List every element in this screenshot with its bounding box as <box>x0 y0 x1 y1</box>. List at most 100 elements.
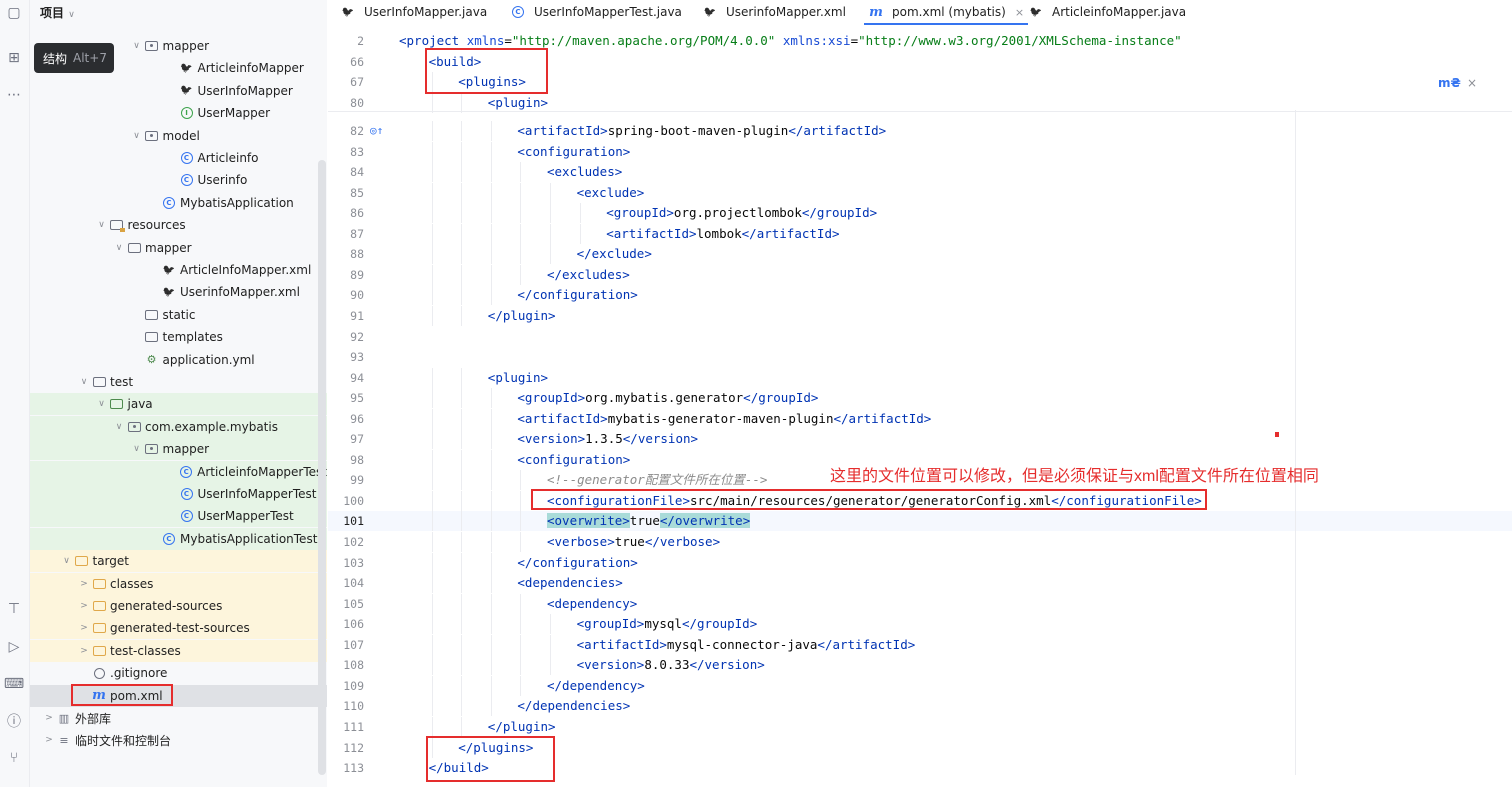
line-number[interactable]: 111 <box>328 717 364 737</box>
code-line[interactable]: 80 <plugin> <box>328 92 1512 113</box>
line-number[interactable]: 67 <box>328 72 364 92</box>
line-number[interactable]: 94 <box>328 368 364 388</box>
tree-item[interactable]: ∨ target <box>30 550 327 573</box>
code-line[interactable]: 102 <verbose>true</verbose> <box>328 532 1512 552</box>
line-number[interactable]: 105 <box>328 594 364 614</box>
editor-tab[interactable]: 🐦 UserinfoMapper.xml <box>702 0 846 24</box>
code-line[interactable]: 92 <box>328 327 1512 347</box>
git-icon[interactable]: ⑂ <box>3 747 25 769</box>
tree-item[interactable]: > generated-sources <box>30 595 327 617</box>
chevron-down-icon[interactable]: ∨ <box>112 243 126 253</box>
editor-tab[interactable]: 🐦 UserInfoMapper.java <box>340 0 487 24</box>
chevron-right-icon[interactable]: > <box>42 713 56 723</box>
tree-item[interactable]: ∨ mapper <box>30 237 327 259</box>
code-line[interactable]: 101 <overwrite>true</overwrite> <box>328 511 1512 532</box>
chevron-down-icon[interactable]: ∨ <box>60 556 74 566</box>
tree-item[interactable]: ∨ java <box>30 393 327 416</box>
sidebar-scrollbar[interactable] <box>318 160 326 775</box>
chevron-right-icon[interactable]: > <box>77 601 91 611</box>
tree-item[interactable]: ∨ model <box>30 125 327 147</box>
code-line[interactable]: 111 </plugin> <box>328 716 1512 737</box>
tree-item[interactable]: C ArticleinfoMapperTest <box>30 460 327 483</box>
terminal-icon[interactable]: ⌨ <box>3 673 25 695</box>
line-number[interactable]: 112 <box>328 738 364 758</box>
tree-item[interactable]: > ≡ 临时文件和控制台 <box>30 729 327 751</box>
line-number[interactable]: 104 <box>328 573 364 593</box>
line-number[interactable]: 91 <box>328 306 364 326</box>
chevron-down-icon[interactable]: ∨ <box>130 41 144 51</box>
reader-mode-icon[interactable]: m͏₴ <box>1438 76 1461 90</box>
code-line[interactable]: 83 <configuration> <box>328 141 1512 162</box>
tree-item[interactable]: .gitignore <box>30 662 327 684</box>
code-line[interactable]: 85 <exclude> <box>328 182 1512 203</box>
code-line[interactable]: 107 <artifactId>mysql-connector-java</art… <box>328 634 1512 655</box>
line-number[interactable]: 89 <box>328 265 364 285</box>
code-line[interactable]: 95 <groupId>org.mybatis.generator</groupI… <box>328 388 1512 409</box>
code-line[interactable]: 87 <artifactId>lombok</artifactId> <box>328 223 1512 244</box>
chevron-down-icon[interactable]: ∨ <box>130 444 144 454</box>
line-number[interactable]: 83 <box>328 142 364 162</box>
tree-item[interactable]: C MybatisApplication <box>30 192 327 214</box>
line-number[interactable]: 99 <box>328 470 364 490</box>
problems-icon[interactable]: ⓘ <box>3 710 25 732</box>
chevron-down-icon[interactable]: ∨ <box>130 131 144 141</box>
editor-tab[interactable]: 🐦 ArticleinfoMapper.java <box>1028 0 1186 24</box>
tree-item[interactable]: ∨ com.example.mybatis <box>30 415 327 438</box>
code-line[interactable]: 91 </plugin> <box>328 305 1512 326</box>
close-icon[interactable]: × <box>1015 6 1024 19</box>
code-line[interactable]: 105 <dependency> <box>328 593 1512 614</box>
tree-item[interactable]: C Articleinfo <box>30 147 327 169</box>
chevron-down-icon[interactable]: ∨ <box>112 422 126 432</box>
line-number[interactable]: 102 <box>328 532 364 552</box>
line-number[interactable]: 87 <box>328 224 364 244</box>
tree-item[interactable]: 🐦 UserInfoMapper <box>30 80 327 102</box>
line-number[interactable]: 100 <box>328 491 364 511</box>
tree-item[interactable]: ∨ resources <box>30 214 327 236</box>
tree-item[interactable]: > classes <box>30 572 327 595</box>
more-icon[interactable]: ⋯ <box>3 84 25 106</box>
editor-tab[interactable]: m pom.xml (mybatis) × <box>863 0 1029 25</box>
code-line[interactable]: 96 <artifactId>mybatis-generator-maven-pl… <box>328 408 1512 429</box>
line-number[interactable]: 107 <box>328 635 364 655</box>
tree-item[interactable]: C MybatisApplicationTests <box>30 527 327 550</box>
build-icon[interactable]: ⊤ <box>3 598 25 620</box>
code-line[interactable]: 97 <version>1.3.5</version> <box>328 429 1512 450</box>
line-number[interactable]: 84 <box>328 162 364 182</box>
chevron-right-icon[interactable]: > <box>77 646 91 656</box>
line-number[interactable]: 97 <box>328 429 364 449</box>
code-line[interactable]: 103 </configuration> <box>328 552 1512 573</box>
code-line[interactable]: 110 </dependencies> <box>328 696 1512 717</box>
line-number[interactable]: 88 <box>328 244 364 264</box>
chevron-right-icon[interactable]: > <box>77 623 91 633</box>
line-number[interactable]: 92 <box>328 327 364 347</box>
tree-item[interactable]: ∨ test <box>30 371 327 393</box>
line-number[interactable]: 80 <box>328 93 364 113</box>
line-number[interactable]: 82 <box>328 121 364 141</box>
code-line[interactable]: 94 <plugin> <box>328 367 1512 388</box>
chevron-down-icon[interactable]: ∨ <box>95 399 109 409</box>
line-number[interactable]: 106 <box>328 614 364 634</box>
line-number[interactable]: 90 <box>328 285 364 305</box>
tree-item[interactable]: static <box>30 304 327 326</box>
tree-item[interactable]: templates <box>30 326 327 348</box>
line-number[interactable]: 93 <box>328 347 364 367</box>
code-line[interactable]: 108 <version>8.0.33</version> <box>328 655 1512 676</box>
line-number[interactable]: 101 <box>328 511 364 531</box>
line-number[interactable]: 86 <box>328 203 364 223</box>
tree-item[interactable]: I UserMapper <box>30 102 327 124</box>
line-number[interactable]: 110 <box>328 696 364 716</box>
tree-item[interactable]: 🐦 UserinfoMapper.xml <box>30 281 327 303</box>
chevron-down-icon[interactable]: ∨ <box>77 377 91 387</box>
project-panel-header[interactable]: 项目 ∨ <box>40 4 75 22</box>
tree-item[interactable]: > generated-test-sources <box>30 617 327 640</box>
tree-item[interactable]: C UserMapperTest <box>30 505 327 528</box>
tree-item[interactable]: ∨ mapper <box>30 438 327 461</box>
line-number[interactable]: 85 <box>328 183 364 203</box>
project-view-icon[interactable]: ▢ <box>3 2 25 24</box>
code-line[interactable]: 93 <box>328 347 1512 367</box>
code-line[interactable]: 89 </excludes> <box>328 264 1512 285</box>
tree-item[interactable]: > test-classes <box>30 639 327 662</box>
tree-item[interactable]: ⚙ application.yml <box>30 349 327 371</box>
code-line[interactable]: 86 <groupId>org.projectlombok</groupId> <box>328 203 1512 224</box>
structure-icon[interactable]: ⊞ <box>3 47 25 69</box>
